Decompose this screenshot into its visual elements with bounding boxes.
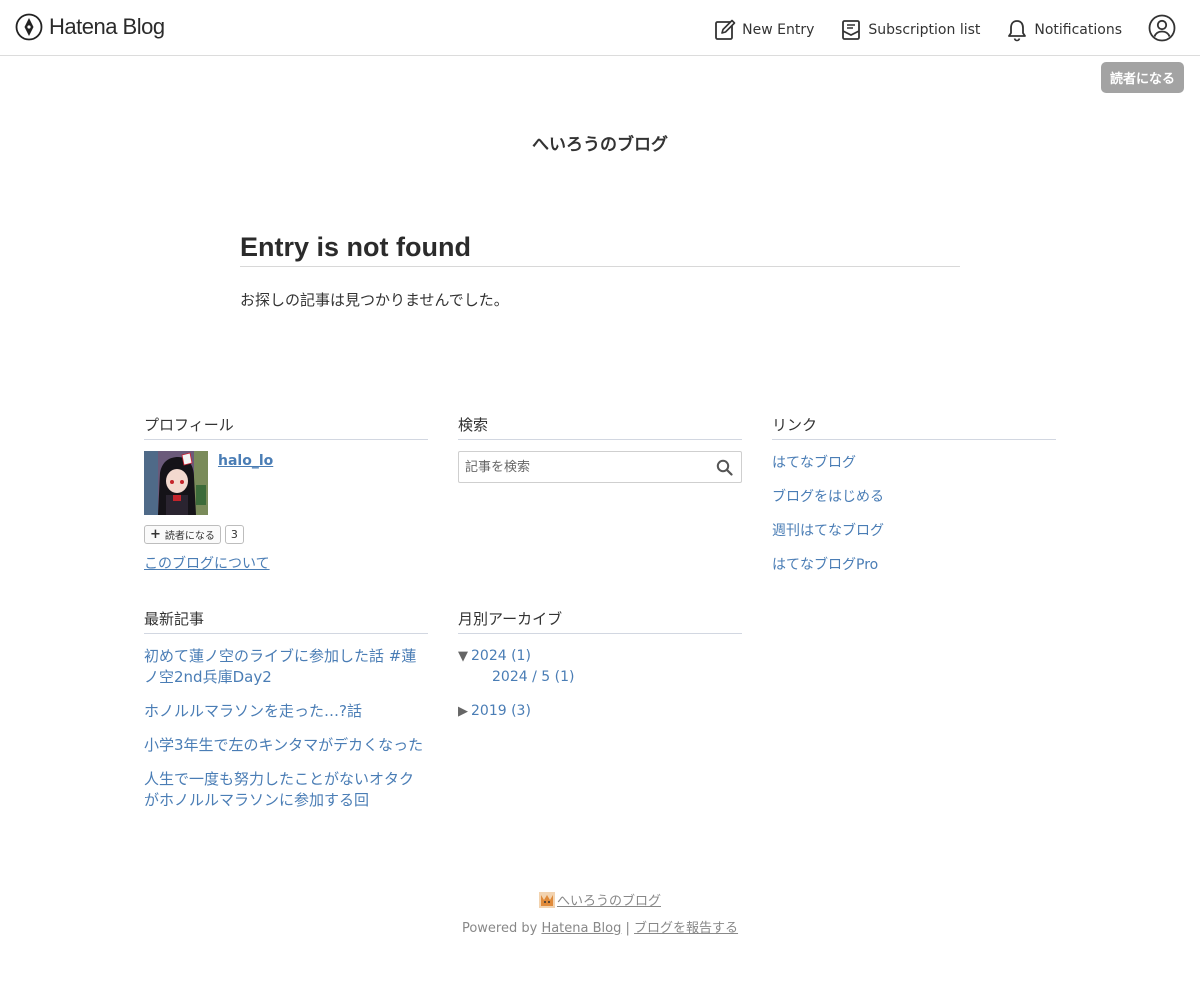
user-menu-button[interactable] — [1148, 14, 1176, 46]
logo-text: Hatena Blog — [49, 14, 165, 39]
list-item: 人生で一度も努力したことがないオタクがホノルルマラソンに参加する回 — [144, 769, 428, 811]
list-item: 初めて蓮ノ空のライブに参加した話 #蓮ノ空2nd兵庫Day2 — [144, 646, 428, 688]
archive-link-2024-5[interactable]: 2024 / 5 (1) — [492, 669, 574, 685]
recent-entries-title: 最新記事 — [144, 608, 428, 634]
footer-line-2: Powered by Hatena Blog | ブログを報告する — [0, 917, 1200, 936]
become-reader-button[interactable]: + 読者になる — [144, 525, 221, 544]
global-header: Hatena Blog New Entry Subscription list … — [0, 0, 1200, 56]
new-entry-button[interactable]: New Entry — [714, 19, 814, 41]
list-item: 小学3年生で左のキンタマがデカくなった — [144, 735, 428, 756]
blog-favicon-icon — [538, 891, 555, 908]
recent-entry-link[interactable]: 小学3年生で左のキンタマがデカくなった — [144, 736, 423, 754]
recent-entries-list: 初めて蓮ノ空のライブに参加した話 #蓮ノ空2nd兵庫Day2 ホノルルマラソンを… — [144, 646, 428, 811]
link-hatena-blog-pro[interactable]: はてなブログPro — [772, 557, 878, 573]
archive-month-2024-5: 2024 / 5 (1) — [458, 667, 742, 687]
user-avatar-icon — [1148, 14, 1176, 42]
expanded-arrow-icon[interactable]: ▼ — [458, 649, 468, 664]
archive-link-2024[interactable]: 2024 (1) — [471, 648, 531, 664]
bell-icon — [1008, 20, 1027, 42]
main-content: Entry is not found お探しの記事は見つかりませんでした。 — [240, 232, 960, 310]
list-item: 週刊はてなブログ — [772, 520, 1056, 540]
search-module: 検索 — [458, 414, 742, 483]
search-module-title: 検索 — [458, 414, 742, 440]
list-item: ホノルルマラソンを走った…?話 — [144, 701, 428, 722]
recent-entry-link[interactable]: 初めて蓮ノ空のライブに参加した話 #蓮ノ空2nd兵庫Day2 — [144, 647, 416, 686]
blog-title[interactable]: へいろうのブログ — [0, 130, 1200, 155]
about-blog-link[interactable]: このブログについて — [144, 553, 270, 573]
archive-year-2024: ▼ 2024 (1) — [458, 646, 742, 667]
link-start-blog[interactable]: ブログをはじめる — [772, 489, 884, 505]
notifications-label: Notifications — [1034, 22, 1122, 38]
subscription-icon — [842, 20, 861, 40]
search-input[interactable] — [459, 452, 699, 482]
footer-blog-name: へいろうのブログ — [556, 894, 661, 909]
archive-list: ▼ 2024 (1) 2024 / 5 (1) ▶ 2019 (3) — [458, 646, 742, 722]
profile-username-link[interactable]: halo_lo — [218, 453, 273, 515]
archive-link-2019[interactable]: 2019 (3) — [471, 703, 531, 719]
links-module: リンク はてなブログ ブログをはじめる 週刊はてなブログ はてなブログPro — [772, 414, 1056, 588]
reader-row: + 読者になる 3 — [144, 525, 428, 544]
links-module-title: リンク — [772, 414, 1056, 440]
links-list: はてなブログ ブログをはじめる 週刊はてなブログ はてなブログPro — [772, 452, 1056, 574]
footer-separator: | — [625, 920, 630, 936]
link-hatena-blog[interactable]: はてなブログ — [772, 455, 856, 471]
become-reader-label: 読者になる — [164, 531, 215, 542]
collapsed-arrow-icon[interactable]: ▶ — [458, 704, 468, 719]
profile-module: プロフィール halo_lo + 読者になる 3 このブログについて — [144, 414, 428, 573]
not-found-message: お探しの記事は見つかりませんでした。 — [240, 291, 509, 309]
reader-count-badge[interactable]: 3 — [224, 525, 244, 544]
subscription-list-button[interactable]: Subscription list — [840, 19, 980, 41]
profile-module-title: プロフィール — [144, 414, 428, 440]
blog-title-text: へいろうのブログ — [532, 135, 668, 155]
notifications-button[interactable]: Notifications — [1006, 18, 1122, 42]
recent-entry-link[interactable]: ホノルルマラソンを走った…?話 — [144, 702, 362, 720]
hatena-blog-logo[interactable]: Hatena Blog — [15, 13, 165, 41]
recent-entry-link[interactable]: 人生で一度も努力したことがないオタクがホノルルマラソンに参加する回 — [144, 770, 414, 809]
search-box — [458, 451, 742, 483]
archive-module: 月別アーカイブ ▼ 2024 (1) 2024 / 5 (1) ▶ 2019 (3) — [458, 608, 742, 722]
footer: へいろうのブログ Powered by Hatena Blog | ブログを報告… — [0, 890, 1200, 936]
plus-icon: + — [150, 527, 161, 542]
hatena-blog-footer-link[interactable]: Hatena Blog — [541, 921, 621, 936]
page-heading: Entry is not found — [240, 232, 960, 267]
follow-button[interactable]: 読者になる — [1100, 62, 1184, 93]
header-nav: New Entry Subscription list Notification… — [688, 14, 1176, 46]
new-entry-label: New Entry — [742, 22, 815, 38]
recent-entries-module: 最新記事 初めて蓮ノ空のライブに参加した話 #蓮ノ空2nd兵庫Day2 ホノルル… — [144, 608, 428, 824]
report-blog-link[interactable]: ブログを報告する — [634, 921, 738, 936]
footer-blog-link[interactable]: へいろうのブログ — [538, 890, 661, 909]
profile-avatar[interactable] — [144, 451, 208, 515]
powered-by-text: Powered by — [461, 920, 538, 936]
pen-nib-logo-icon — [15, 13, 43, 41]
link-weekly-hatena-blog[interactable]: 週刊はてなブログ — [772, 523, 884, 539]
subscription-list-label: Subscription list — [868, 22, 981, 38]
list-item: はてなブログ — [772, 452, 1056, 472]
archive-module-title: 月別アーカイブ — [458, 608, 742, 634]
list-item: ブログをはじめる — [772, 486, 1056, 506]
archive-year-2019: ▶ 2019 (3) — [458, 701, 742, 722]
search-icon[interactable] — [716, 459, 733, 476]
footer-line-1: へいろうのブログ — [0, 890, 1200, 912]
profile-row: halo_lo — [144, 451, 428, 515]
list-item: はてなブログPro — [772, 554, 1056, 574]
edit-icon — [715, 19, 736, 40]
